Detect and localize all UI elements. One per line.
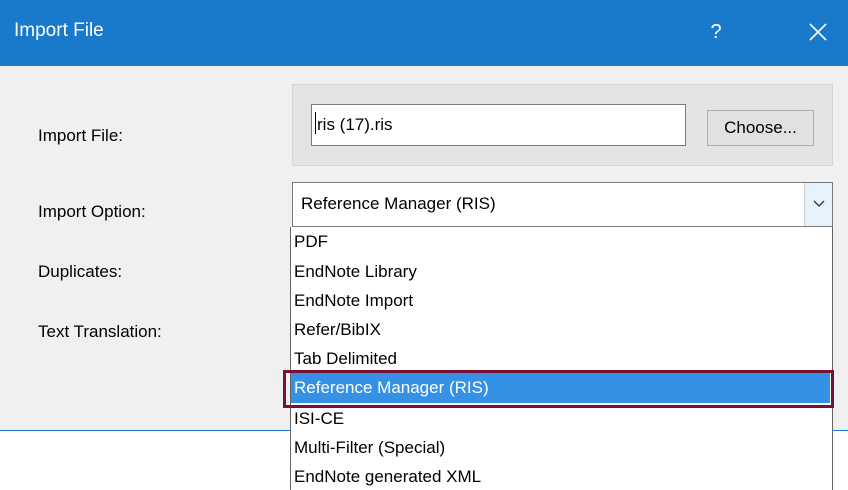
duplicates-label: Duplicates: [38, 262, 123, 281]
import-file-label: Import File: [38, 126, 124, 145]
dropdown-item-refer-bibix[interactable]: Refer/BibIX [291, 315, 830, 345]
help-button[interactable]: ? [694, 12, 738, 52]
chevron-down-icon [813, 200, 825, 207]
close-icon [809, 23, 827, 41]
title-bar: Import File ? [0, 0, 848, 66]
import-option-label: Import Option: [38, 202, 146, 221]
import-option-select[interactable]: Reference Manager (RIS) [292, 182, 833, 227]
dropdown-item-endnote-library[interactable]: EndNote Library [291, 257, 830, 287]
dropdown-item-isi-ce[interactable]: ISI-CE [291, 404, 830, 434]
import-option-value: Reference Manager (RIS) [301, 194, 496, 213]
close-button[interactable] [795, 12, 843, 52]
dropdown-toggle[interactable] [804, 183, 832, 226]
import-option-dropdown-list: PDF EndNote Library EndNote Import Refer… [290, 227, 833, 490]
dropdown-item-endnote-generated-xml[interactable]: EndNote generated XML [291, 462, 830, 490]
import-file-input[interactable]: ris (17).ris [311, 104, 686, 146]
window-title: Import File [14, 20, 104, 41]
text-translation-label: Text Translation: [38, 322, 162, 341]
selection-highlight-outline [283, 370, 834, 408]
import-file-value: ris (17).ris [317, 115, 393, 134]
text-caret [315, 112, 316, 134]
dropdown-item-endnote-import[interactable]: EndNote Import [291, 286, 830, 316]
dropdown-item-pdf[interactable]: PDF [291, 227, 830, 257]
dropdown-item-multi-filter-special[interactable]: Multi-Filter (Special) [291, 433, 830, 463]
choose-button[interactable]: Choose... [707, 110, 814, 146]
